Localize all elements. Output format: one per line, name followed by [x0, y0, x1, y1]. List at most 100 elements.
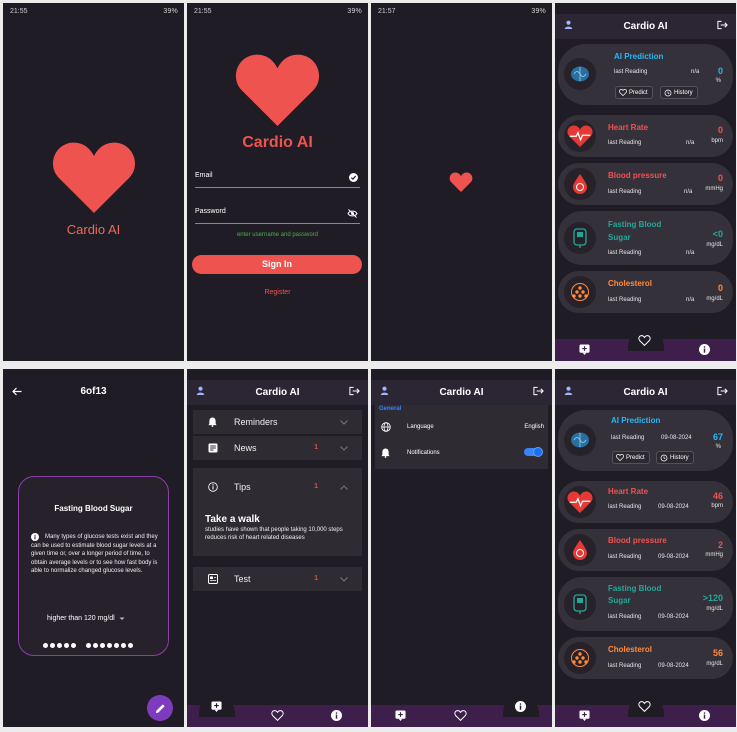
heart-nav-icon[interactable]: [638, 701, 651, 712]
heart-rate-card[interactable]: Heart Rate last Reading 09-08-2024 46 bp…: [558, 481, 733, 523]
progress-dot: [93, 643, 98, 648]
heart-nav-icon[interactable]: [271, 710, 284, 721]
user-icon[interactable]: [196, 386, 205, 395]
bottom-nav: [555, 695, 736, 727]
user-icon[interactable]: [380, 386, 389, 395]
ai-unit: %: [715, 78, 721, 84]
eye-off-icon[interactable]: [347, 209, 358, 218]
email-field[interactable]: Email: [195, 172, 360, 188]
news-label: News: [234, 443, 257, 453]
add-entry-icon[interactable]: [395, 710, 406, 721]
edit-fab[interactable]: [147, 695, 173, 721]
ai-prediction-card[interactable]: AI Prediction last Reading 09-08-2024 67…: [558, 410, 733, 471]
heart-rate-card[interactable]: Heart Rate last Reading n/a 0 bpm: [558, 115, 733, 157]
history-button[interactable]: History: [656, 451, 694, 464]
section-header-general: General: [379, 406, 402, 412]
password-field[interactable]: Password: [195, 208, 360, 224]
loading-screen: 21:57 39%: [371, 3, 552, 361]
question-card: Fasting Blood Sugar Many types of glucos…: [18, 476, 169, 656]
sign-in-button[interactable]: Sign In: [192, 255, 362, 274]
history-label: History: [670, 454, 689, 461]
answer-dropdown[interactable]: higher than 120 mg/dl: [47, 615, 125, 622]
progress-dot: [43, 643, 48, 648]
logout-icon[interactable]: [717, 386, 728, 396]
history-button[interactable]: History: [660, 86, 698, 99]
info-outline-icon: [208, 482, 218, 492]
sugar-title-line1: Fasting Blood: [608, 220, 662, 229]
chol-title: Cholesterol: [608, 645, 653, 654]
language-row[interactable]: Language English: [375, 417, 548, 439]
register-link[interactable]: Register: [187, 289, 368, 296]
ai-prediction-card[interactable]: AI Prediction last Reading n/a 0 % Predi…: [558, 44, 733, 105]
logout-icon[interactable]: [349, 386, 360, 396]
globe-icon: [381, 422, 391, 432]
notifications-label: Notifications: [407, 450, 440, 456]
user-icon[interactable]: [564, 20, 573, 29]
ai-value: 0: [717, 66, 723, 76]
reminders-label: Reminders: [234, 417, 278, 427]
predict-label: Predict: [629, 89, 648, 96]
test-row[interactable]: Test 1: [193, 567, 362, 591]
fasting-blood-sugar-card[interactable]: Fasting Blood Sugar last Reading n/a <0 …: [558, 211, 733, 265]
news-row[interactable]: News 1: [193, 436, 362, 460]
heart-nav-icon[interactable]: [454, 710, 467, 721]
chol-value: 56: [712, 648, 723, 658]
sugar-unit: mg/dL: [706, 242, 723, 248]
chevron-down-icon: [340, 446, 348, 451]
last-reading-label: last Reading: [614, 69, 648, 75]
last-reading-label: last Reading: [608, 504, 642, 510]
last-reading-label: last Reading: [608, 189, 642, 195]
dashboard-empty-screen: Cardio AI AI Prediction last Reading n/a…: [555, 3, 736, 361]
tips-row[interactable]: Tips 1 Take a walk studies have shown th…: [193, 468, 362, 556]
predict-button[interactable]: Predict: [615, 86, 653, 99]
bell-icon: [208, 417, 217, 427]
add-entry-icon[interactable]: [579, 344, 590, 355]
blood-pressure-icon: [564, 168, 596, 200]
progress-dot: [86, 643, 91, 648]
chol-unit: mg/dL: [706, 661, 723, 667]
progress-dot: [121, 643, 126, 648]
info-icon[interactable]: [331, 710, 342, 721]
cholesterol-card[interactable]: Cholesterol last Reading 09-08-2024 56 m…: [558, 637, 733, 679]
last-reading-date: 09-08-2024: [661, 435, 692, 441]
info-icon[interactable]: [699, 344, 710, 355]
history-label: History: [674, 89, 693, 96]
reminders-row[interactable]: Reminders: [193, 410, 362, 434]
test-icon: [208, 574, 218, 584]
cholesterol-card[interactable]: Cholesterol last Reading n/a 0 mg/dL: [558, 271, 733, 313]
add-entry-icon[interactable]: [211, 701, 222, 712]
header-title: Cardio AI: [255, 387, 300, 398]
last-reading-label: last Reading: [608, 140, 642, 146]
last-reading-label: last Reading: [608, 250, 642, 256]
chevron-up-icon: [340, 485, 348, 490]
progress-dot: [114, 643, 119, 648]
history-icon: [664, 89, 672, 96]
predict-button[interactable]: Predict: [612, 451, 650, 464]
tips-label: Tips: [234, 482, 251, 492]
blood-pressure-card[interactable]: Blood pressure last Reading n/a 0 mmHg: [558, 163, 733, 205]
last-reading-date: n/a: [691, 69, 700, 75]
blood-pressure-card[interactable]: Blood pressure last Reading 09-08-2024 2…: [558, 529, 733, 571]
user-icon[interactable]: [564, 386, 573, 395]
info-icon[interactable]: [515, 701, 526, 712]
fasting-blood-sugar-card[interactable]: Fasting Blood Sugar last Reading 09-08-2…: [558, 577, 733, 631]
logout-icon[interactable]: [533, 386, 544, 396]
status-bar: 21:55 39%: [187, 3, 368, 21]
last-reading-date: n/a: [686, 250, 695, 256]
question-title: Fasting Blood Sugar: [54, 504, 133, 513]
brain-icon: [564, 424, 596, 456]
notifications-toggle[interactable]: [524, 447, 543, 457]
bp-value: 0: [717, 173, 723, 183]
last-reading-label: last Reading: [608, 297, 642, 303]
notifications-row: Notifications: [375, 443, 548, 465]
sugar-title-line1: Fasting Blood: [608, 584, 662, 593]
add-entry-icon[interactable]: [579, 710, 590, 721]
header-title: Cardio AI: [439, 387, 484, 398]
logout-icon[interactable]: [717, 20, 728, 30]
heart-nav-icon[interactable]: [638, 335, 651, 346]
battery-level: 39%: [163, 8, 178, 15]
last-reading-label: last Reading: [608, 663, 642, 669]
chevron-down-icon: [340, 577, 348, 582]
info-icon[interactable]: [699, 710, 710, 721]
glucose-meter-icon: [564, 588, 596, 620]
